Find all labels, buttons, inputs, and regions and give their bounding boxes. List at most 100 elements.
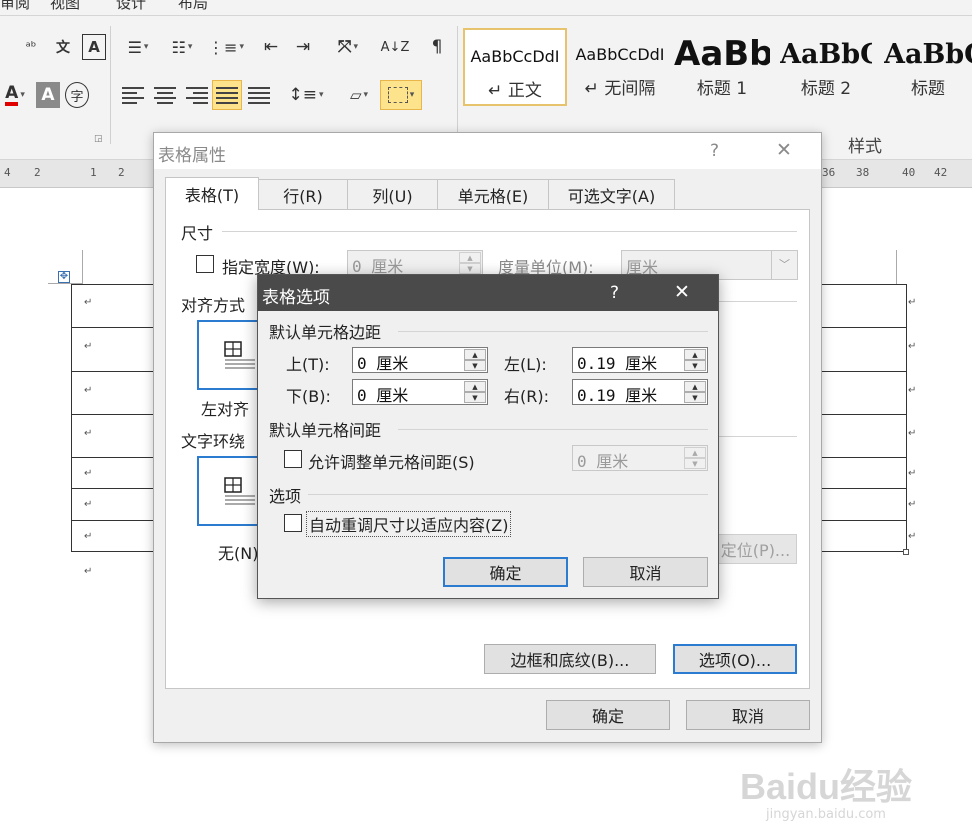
tab-cell[interactable]: 单元格(E) — [437, 179, 549, 209]
spin-up-icon[interactable]: ▲ — [464, 381, 486, 392]
row-end-mark: ↵ — [908, 499, 917, 510]
to-ok-button[interactable]: 确定 — [443, 557, 568, 587]
autoresize-checkbox[interactable] — [284, 514, 302, 532]
spin-up-icon[interactable]: ▲ — [459, 252, 481, 263]
tab-design[interactable]: 设计 — [116, 0, 146, 13]
spin-down-icon[interactable]: ▼ — [684, 360, 706, 371]
wrap-none-label: 无(N) — [218, 544, 259, 563]
dialog-launcher-icon[interactable]: ◲ — [94, 134, 103, 144]
tp-ok-button[interactable]: 确定 — [546, 700, 670, 730]
numbering-icon[interactable]: ☷ ▾ — [163, 34, 201, 60]
align-left-icon[interactable] — [120, 82, 146, 108]
multilevel-list-icon[interactable]: ⋮≡ ▾ — [208, 34, 244, 60]
help-icon[interactable]: ? — [710, 141, 719, 161]
ruler-number: 42 — [934, 166, 948, 179]
spacing-section-label: 默认单元格间距 — [269, 421, 382, 440]
tp-cancel-button[interactable]: 取消 — [686, 700, 810, 730]
help-icon[interactable]: ? — [610, 283, 619, 303]
spin-up-icon[interactable]: ▲ — [464, 349, 486, 360]
chevron-down-icon[interactable]: ﹀ — [771, 251, 797, 279]
paragraph-mark: ↵ — [84, 428, 93, 439]
tab-layout[interactable]: 布局 — [178, 0, 208, 13]
preferred-width-checkbox[interactable] — [196, 255, 214, 273]
font-color-icon[interactable]: A ▾ — [0, 82, 30, 108]
margin-corner-mark — [896, 250, 897, 284]
left-margin-input[interactable]: 0.19 厘米 ▲ ▼ — [572, 347, 708, 373]
style-normal[interactable]: AaBbCcDdI ↵ 正文 — [463, 28, 567, 106]
spin-down-icon[interactable]: ▼ — [464, 392, 486, 403]
tab-row[interactable]: 行(R) — [258, 179, 348, 209]
sort-icon[interactable]: A↓Z — [381, 34, 410, 60]
tab-alt-text[interactable]: 可选文字(A) — [548, 179, 675, 209]
align-center-icon[interactable] — [152, 82, 178, 108]
borders-shading-button[interactable]: 边框和底纹(B)... — [484, 644, 656, 674]
table-resize-handle[interactable] — [903, 549, 909, 555]
spin-up-icon[interactable]: ▲ — [684, 349, 706, 360]
ruler-number: 36 — [822, 166, 836, 179]
tab-view[interactable]: 视图 — [50, 0, 80, 13]
row-end-mark: ↵ — [908, 428, 917, 439]
tab-table[interactable]: 表格(T) — [165, 177, 259, 210]
options-button[interactable]: 选项(O)... — [673, 644, 797, 674]
spin-down-icon[interactable]: ▼ — [684, 392, 706, 403]
group-separator — [457, 26, 458, 144]
style-heading-2[interactable]: AaBbC 标题 2 — [780, 28, 872, 106]
size-section-label: 尺寸 — [181, 224, 214, 243]
ruler-number: 38 — [856, 166, 870, 179]
baidu-watermark: Baidu经验 jingyan.baidu.com — [739, 766, 912, 823]
bullets-icon[interactable]: ☰ ▾ — [120, 34, 156, 60]
to-cancel-button[interactable]: 取消 — [583, 557, 708, 587]
character-border-icon[interactable]: A — [82, 34, 106, 60]
borders-icon[interactable]: ▾ — [380, 80, 422, 110]
ruler-number: 2 — [34, 166, 41, 179]
style-heading-1[interactable]: AaBb 标题 1 — [674, 28, 770, 106]
margins-section-label: 默认单元格边距 — [269, 323, 382, 342]
show-formatting-icon[interactable]: ¶ — [424, 34, 450, 60]
tab-column[interactable]: 列(U) — [347, 179, 438, 209]
watermark-url: jingyan.baidu.com — [766, 807, 886, 822]
character-shading-icon[interactable]: A — [36, 82, 60, 108]
section-divider — [398, 331, 708, 332]
spin-up-icon[interactable]: ▲ — [684, 447, 706, 458]
bottom-margin-label: 下(B): — [286, 387, 331, 406]
align-left-label: 左对齐 — [201, 400, 250, 419]
spin-down-icon[interactable]: ▼ — [459, 263, 481, 274]
align-right-icon[interactable] — [184, 82, 210, 108]
text-direction-icon[interactable]: ⤧ ▾ — [328, 34, 368, 60]
line-spacing-icon[interactable]: ↕≡ ▾ — [286, 82, 326, 108]
margin-corner-mark — [82, 250, 83, 284]
right-margin-input[interactable]: 0.19 厘米 ▲ ▼ — [572, 379, 708, 405]
paragraph-mark: ↵ — [84, 341, 93, 352]
positioning-button[interactable]: 定位(P)... — [714, 534, 797, 564]
style-title[interactable]: AaBbC 标题 — [884, 28, 972, 106]
phonetic-wen-icon[interactable]: 文 — [50, 34, 76, 60]
row-end-mark: ↵ — [908, 385, 917, 396]
dialog-title-bar[interactable]: 表格选项 ? ✕ — [258, 275, 718, 311]
dialog-title-bar[interactable]: 表格属性 ? ✕ — [154, 133, 821, 169]
table-move-handle-icon[interactable]: ✥ — [58, 271, 70, 283]
increase-indent-icon[interactable]: ⇥ — [290, 34, 316, 60]
spin-up-icon[interactable]: ▲ — [684, 381, 706, 392]
ruler-number: 1 — [90, 166, 97, 179]
justify-icon[interactable] — [212, 80, 242, 110]
group-separator — [110, 26, 111, 144]
paragraph-mark: ↵ — [84, 297, 93, 308]
close-icon[interactable]: ✕ — [776, 139, 792, 161]
bottom-margin-input[interactable]: 0 厘米 ▲ ▼ — [352, 379, 488, 405]
preferred-width-input[interactable]: 0 厘米 ▲ ▼ — [347, 250, 483, 276]
style-no-spacing[interactable]: AaBbCcDdI ↵ 无间隔 — [570, 28, 670, 106]
top-margin-input[interactable]: 0 厘米 ▲ ▼ — [352, 347, 488, 373]
watermark-brand: Baidu经验 — [739, 766, 912, 807]
phonetic-guide-icon[interactable]: ᵃᵇ — [18, 34, 44, 60]
spacing-input[interactable]: 0 厘米 ▲ ▼ — [572, 445, 708, 471]
distributed-icon[interactable] — [246, 82, 272, 108]
enclose-characters-icon[interactable]: 字 — [65, 82, 89, 108]
tab-review[interactable]: 审阅 — [0, 0, 30, 13]
close-icon[interactable]: ✕ — [674, 281, 690, 303]
decrease-indent-icon[interactable]: ⇤ — [258, 34, 284, 60]
row-end-mark: ↵ — [908, 531, 917, 542]
shading-icon[interactable]: ▱ ▾ — [340, 82, 378, 108]
spin-down-icon[interactable]: ▼ — [464, 360, 486, 371]
spin-down-icon[interactable]: ▼ — [684, 458, 706, 469]
allow-spacing-checkbox[interactable] — [284, 450, 302, 468]
